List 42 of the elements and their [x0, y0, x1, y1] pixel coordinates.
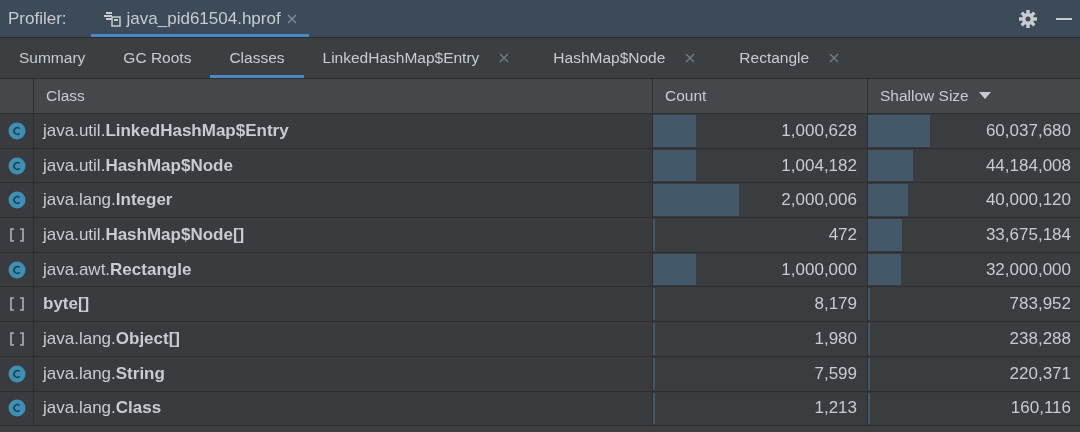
table-cell: 60,037,680: [985, 120, 1071, 141]
table-cell: 33,675,184: [985, 224, 1071, 245]
table-cell: 40,000,120: [985, 190, 1071, 211]
array-icon: [7, 295, 26, 314]
tab[interactable]: LinkedHashMap$Entry: [303, 38, 535, 78]
table-cell: 32,000,000: [985, 259, 1071, 280]
column-header[interactable]: Class: [34, 79, 653, 113]
close-icon[interactable]: [685, 53, 696, 63]
close-icon[interactable]: [499, 53, 510, 63]
tab[interactable]: Summary: [0, 38, 105, 78]
table-cell: 1,000,628: [781, 120, 857, 141]
class-icon: [7, 191, 26, 210]
table-cell: 1,213: [814, 398, 857, 419]
table-cell: 8,179: [814, 294, 857, 315]
close-icon[interactable]: [829, 53, 840, 63]
column-header[interactable]: Shallow Size: [868, 79, 1080, 113]
table-cell: 220,371: [1009, 363, 1071, 384]
table-cell: 44,184,008: [985, 155, 1071, 176]
class-icon: [7, 156, 26, 175]
array-icon: [7, 225, 26, 244]
tab[interactable]: Rectangle: [720, 38, 865, 78]
tab[interactable]: GC Roots: [104, 38, 211, 78]
close-icon[interactable]: [286, 13, 297, 24]
table-cell: 1,000,000: [781, 259, 857, 280]
table-cell: 472: [828, 224, 857, 245]
table-cell: 7,599: [814, 363, 857, 384]
class-icon: [7, 399, 26, 418]
table-cell: 1,004,182: [781, 155, 857, 176]
table-cell: 238,288: [1009, 328, 1071, 349]
array-icon: [7, 329, 26, 348]
table-cell: 160,116: [1010, 398, 1071, 419]
table-cell: 2,000,006: [781, 190, 857, 211]
column-header[interactable]: Count: [653, 79, 868, 113]
tab[interactable]: HashMap$Node: [534, 38, 721, 78]
table-cell: 783,952: [1009, 294, 1071, 315]
settings-icon[interactable]: [1018, 8, 1038, 29]
class-icon: [7, 364, 26, 383]
heap-dump-icon: [102, 10, 121, 27]
class-icon: [7, 121, 26, 140]
profiler-label: Profiler:: [8, 8, 67, 29]
table-cell: 1,980: [814, 328, 857, 349]
class-icon: [7, 260, 26, 279]
